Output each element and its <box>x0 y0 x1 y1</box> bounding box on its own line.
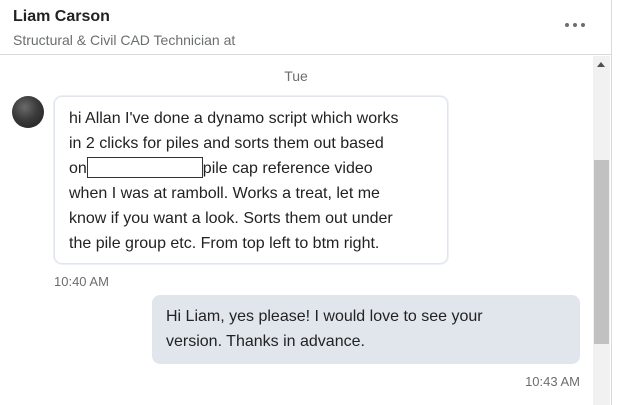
message-line: version. Thanks in advance. <box>166 333 365 350</box>
message-line: the pile group etc. From top left to btm… <box>69 235 380 252</box>
outgoing-message-bubble: Hi Liam, yes please! I would love to see… <box>152 295 580 364</box>
conversation-header: Liam Carson Structural & Civil CAD Techn… <box>0 0 611 55</box>
message-line: hi Allan I've done a dynamo script which… <box>69 110 399 127</box>
message-line: Hi Liam, yes please! I would love to see… <box>166 308 483 325</box>
caret-up-icon[interactable] <box>593 56 610 73</box>
message-line: in 2 clicks for piles and sorts them out… <box>69 135 384 152</box>
dot <box>581 23 585 27</box>
scrollbar-thumb[interactable] <box>594 160 609 344</box>
dot <box>573 23 577 27</box>
contact-name[interactable]: Liam Carson <box>13 8 110 26</box>
dot <box>565 23 569 27</box>
message-thread: Tue hi Allan I've done a dynamo script w… <box>0 56 592 405</box>
panel-divider <box>611 0 612 405</box>
avatar[interactable] <box>12 96 44 128</box>
message-line: on pile cap reference video <box>69 156 433 181</box>
redacted-box <box>86 157 203 178</box>
message-line: know if you want a look. Sorts them out … <box>69 210 393 227</box>
message-text: on <box>69 160 87 177</box>
day-divider: Tue <box>284 68 308 84</box>
more-options-icon[interactable] <box>565 16 593 32</box>
message-window: Liam Carson Structural & Civil CAD Techn… <box>0 0 617 405</box>
vertical-scrollbar[interactable] <box>593 56 610 405</box>
message-timestamp: 10:40 AM <box>54 274 109 289</box>
message-timestamp: 10:43 AM <box>525 374 580 389</box>
message-text: pile cap reference video <box>202 160 373 177</box>
incoming-message-bubble: hi Allan I've done a dynamo script which… <box>54 96 448 264</box>
contact-headline: Structural & Civil CAD Technician at <box>13 32 236 48</box>
message-line: when I was at ramboll. Works a treat, le… <box>69 185 380 202</box>
